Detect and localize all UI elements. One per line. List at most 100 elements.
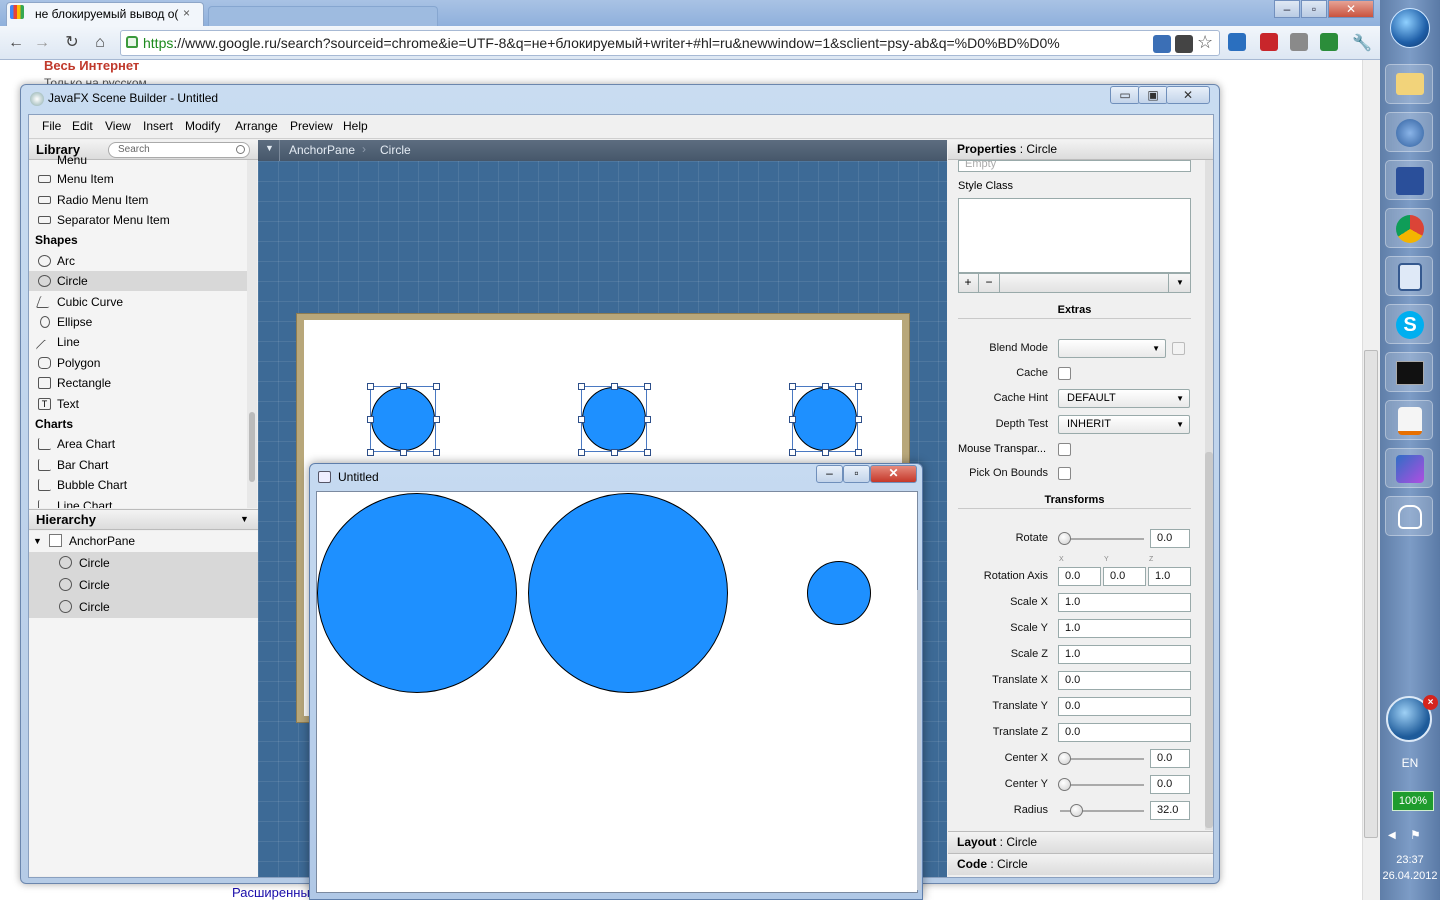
thunderbird-taskbar-button[interactable] (1385, 112, 1433, 152)
url-text[interactable]: https://www.google.ru/search?sourceid=ch… (143, 35, 1148, 51)
tray-expand-icon[interactable]: ◀ (1388, 830, 1396, 841)
resize-handle[interactable] (789, 449, 796, 456)
menu-file[interactable]: File (42, 119, 61, 133)
resize-handle[interactable] (400, 383, 407, 390)
library-item-menu[interactable]: Menu (29, 152, 247, 164)
resize-handle[interactable] (578, 383, 585, 390)
library-scrollbar-thumb[interactable] (249, 412, 255, 482)
page-scrollbar-thumb[interactable] (1364, 350, 1378, 838)
library-item-ellipse[interactable]: Ellipse (29, 312, 247, 332)
resize-handle[interactable] (822, 449, 829, 456)
library-item-bubble-chart[interactable]: Bubble Chart (29, 475, 247, 495)
browser-tab-active[interactable]: не блокируемый вывод о( (6, 2, 204, 26)
resize-handle[interactable] (855, 383, 862, 390)
mouse-transparent-checkbox[interactable] (1058, 443, 1071, 456)
explorer-taskbar-button[interactable] (1385, 64, 1433, 104)
library-item-bar-chart[interactable]: Bar Chart (29, 455, 247, 475)
forward-icon[interactable]: → (32, 33, 52, 53)
resize-handle[interactable] (644, 383, 651, 390)
reload-icon[interactable]: ↻ (62, 33, 82, 53)
resize-handle[interactable] (367, 416, 374, 423)
resize-handle[interactable] (789, 383, 796, 390)
style-class-list[interactable] (958, 198, 1191, 273)
library-item-text[interactable]: T Text (29, 394, 247, 414)
hierarchy-menu-icon[interactable]: ▼ (240, 514, 249, 524)
skype-taskbar-button[interactable]: S (1385, 304, 1433, 344)
resize-handle[interactable] (855, 416, 862, 423)
library-item-area-chart[interactable]: Area Chart (29, 434, 247, 454)
rotate-slider-knob[interactable] (1058, 532, 1071, 545)
rotation-axis-x-field[interactable]: 0.0 (1058, 567, 1101, 586)
flag-icon[interactable]: ⚑ (1410, 828, 1421, 842)
menu-edit[interactable]: Edit (72, 119, 93, 133)
preview-maximize-button[interactable]: ▫ (843, 465, 870, 483)
library-item-separator-menu-item[interactable]: Separator Menu Item (29, 210, 247, 230)
back-icon[interactable]: ← (6, 33, 26, 53)
browser-close-button[interactable]: ✕ (1328, 0, 1374, 18)
resize-handle[interactable] (644, 449, 651, 456)
resize-handle[interactable] (789, 416, 796, 423)
center-x-field[interactable]: 0.0 (1150, 749, 1190, 768)
radius-slider-knob[interactable] (1070, 804, 1083, 817)
remove-style-class-button[interactable]: − (979, 273, 1000, 293)
extension-icon[interactable] (1153, 35, 1171, 53)
preview-close-button[interactable]: ✕ (870, 465, 917, 483)
rotate-field[interactable]: 0.0 (1150, 529, 1190, 548)
design-circle[interactable] (793, 387, 857, 451)
library-item-rectangle[interactable]: Rectangle (29, 373, 247, 393)
resize-handle[interactable] (578, 449, 585, 456)
menu-preview[interactable]: Preview (290, 119, 333, 133)
tree-expand-icon[interactable]: ▼ (33, 530, 42, 552)
center-y-slider[interactable] (1060, 784, 1144, 786)
scenebuilder-taskbar-button[interactable] (1385, 256, 1433, 296)
library-item-line[interactable]: Line (29, 332, 247, 357)
library-item-cubic-curve[interactable]: Cubic Curve (29, 292, 247, 312)
center-x-slider[interactable] (1060, 758, 1144, 760)
rotation-axis-z-field[interactable]: 1.0 (1148, 567, 1191, 586)
resize-handle[interactable] (433, 416, 440, 423)
menu-modify[interactable]: Modify (185, 119, 220, 133)
center-y-field[interactable]: 0.0 (1150, 775, 1190, 794)
depth-test-select[interactable]: INHERIT ▼ (1058, 415, 1190, 434)
translate-z-field[interactable]: 0.0 (1058, 723, 1191, 742)
menu-insert[interactable]: Insert (143, 119, 173, 133)
start-button-icon[interactable] (1390, 8, 1430, 48)
minimize-button[interactable]: ▭ (1110, 86, 1140, 104)
totalcmd-taskbar-button[interactable] (1385, 160, 1433, 200)
layout-section-header[interactable]: Layout : Circle (948, 831, 1213, 853)
breadcrumb-circle[interactable]: Circle (380, 143, 411, 157)
resize-handle[interactable] (611, 449, 618, 456)
chrome-taskbar-button[interactable] (1385, 208, 1433, 248)
hierarchy-row-circle[interactable]: Circle (29, 574, 258, 596)
close-badge-icon[interactable]: × (1423, 695, 1438, 710)
browser-tab-ghost[interactable] (208, 6, 438, 26)
battery-indicator[interactable]: 100% (1392, 791, 1434, 811)
cache-hint-select[interactable]: DEFAULT ▼ (1058, 389, 1190, 408)
id-field[interactable]: Empty (958, 160, 1191, 172)
extension-icon[interactable] (1175, 35, 1193, 53)
resize-handle[interactable] (367, 383, 374, 390)
translate-x-field[interactable]: 0.0 (1058, 671, 1191, 690)
pick-on-bounds-checkbox[interactable] (1058, 467, 1071, 480)
scale-x-field[interactable]: 1.0 (1058, 593, 1191, 612)
preview-scrollbar[interactable] (917, 590, 921, 890)
browser-restore-button[interactable]: ▫ (1301, 0, 1327, 18)
resize-handle[interactable] (367, 449, 374, 456)
maximize-button[interactable]: ▣ (1138, 86, 1168, 104)
chevron-down-icon[interactable]: ▼ (1168, 273, 1191, 293)
mail-icon[interactable] (1290, 33, 1308, 51)
wrench-icon[interactable]: 🔧 (1352, 33, 1372, 53)
library-item-arc[interactable]: Arc (29, 251, 247, 271)
resize-handle[interactable] (855, 449, 862, 456)
resize-handle[interactable] (644, 416, 651, 423)
intellij-taskbar-button[interactable] (1385, 448, 1433, 488)
code-section-header[interactable]: Code : Circle (948, 853, 1213, 875)
library-item-circle-selected[interactable]: Circle (29, 271, 247, 291)
radius-field[interactable]: 32.0 (1150, 801, 1190, 820)
rotation-axis-y-field[interactable]: 0.0 (1103, 567, 1146, 586)
add-style-class-button[interactable]: + (958, 273, 979, 293)
translate-y-field[interactable]: 0.0 (1058, 697, 1191, 716)
browser-minimize-button[interactable]: – (1274, 0, 1300, 18)
hierarchy-row-circle[interactable]: Circle (29, 596, 258, 618)
extension-icon[interactable] (1320, 33, 1338, 51)
